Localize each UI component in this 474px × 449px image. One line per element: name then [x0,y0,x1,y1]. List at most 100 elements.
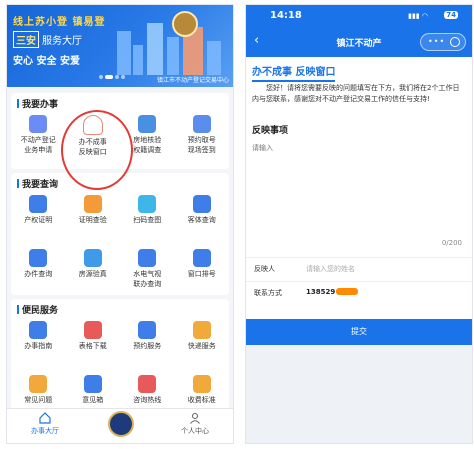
verify-icon [83,195,102,213]
service-item[interactable]: 办事指南 [11,317,66,371]
tab-home-label: 办事大厅 [31,427,59,435]
section-title: 我要查询 [17,177,58,190]
building-icon [138,115,157,133]
certificate-icon [29,195,48,213]
empty-area [246,345,472,443]
redaction-mark [336,288,359,295]
close-target-icon[interactable] [450,37,460,47]
banner-caption: 镇江市不动产登记交易中心 [156,77,229,84]
list-search-icon [29,249,48,267]
signal-wifi-icon: ▮▮▮ ◠ [408,12,428,20]
service-item-label: 意见箱 [82,396,104,404]
guide-icon [29,321,48,339]
service-item-label: 产权证明 [24,216,53,224]
building-illustration [207,41,221,75]
highlight-circle [61,110,133,190]
banner-subtitle-row: 三安 服务大厅 [13,31,82,48]
service-item-label: 预约服务 [133,342,162,350]
char-counter: 0/200 [441,239,462,247]
service-item[interactable]: 不动产登记 业务申请 [11,111,66,165]
section-title: 我要办事 [17,97,58,110]
service-item[interactable]: 房源验真 [66,245,121,299]
service-item-label: 窗口排号 [187,270,216,278]
shield-icon [83,249,102,267]
service-item[interactable]: 办件查询 [11,245,66,299]
nav-bar: ‹ 镇江不动产 ••• [246,27,472,57]
emblem-icon [172,11,198,37]
home-icon [39,412,51,424]
feedback-input[interactable] [252,143,462,233]
contact-label: 联系方式 [254,289,282,297]
search-doc-icon [192,195,211,213]
drop-icon [138,249,157,267]
service-item-label: 客体查询 [187,216,216,224]
service-item[interactable]: 水电气视 联办查询 [120,245,175,299]
carousel-dots[interactable] [99,64,127,83]
building-illustration [133,45,143,75]
banner-headline: 线上苏小登 镇易登 [13,17,106,28]
service-item-label: 表格下载 [78,342,107,350]
contact-input[interactable]: 138529 [306,288,359,296]
center-logo-icon[interactable] [108,411,134,437]
status-bar: 14:18 ▮▮▮ ◠ 74 [246,5,472,27]
reporter-input[interactable]: 请输入您的姓名 [306,264,355,274]
mini-program-capsule[interactable]: ••• [420,33,466,51]
reporter-row: 反映人 请输入您的姓名 [246,257,472,280]
submit-button[interactable]: 提交 [246,319,472,345]
service-item-label: 快递服务 [187,342,216,350]
section-query: 我要查询 产权证明 证明查验 扫码查图 客体查询办件查询 房源验真 水电气视 联办查询 窗口… [11,173,229,295]
reporter-label: 反映人 [254,265,275,273]
headset-icon [138,375,157,393]
home-screen: 线上苏小登 镇易登 三安 服务大厅 安心 安全 安爱 镇江市不动产登记交易中心 我… [6,4,234,444]
service-item[interactable]: 窗口排号 [175,245,230,299]
service-item[interactable]: 扫码查图 [120,191,175,245]
service-item-label: 办事指南 [24,342,53,350]
feedback-label: 反映事项 [252,126,289,136]
banner-subtitle: 服务大厅 [42,36,82,47]
mailbox-icon [83,375,102,393]
section-services: 便民服务 办事指南 表格下载 预约服务 快递服务 常见问题 意见箱 咨询热线 收费标准 [11,299,229,419]
more-icon[interactable]: ••• [428,37,445,46]
service-item[interactable]: 预约服务 [120,317,175,371]
tab-profile[interactable]: 个人中心 [165,412,225,436]
service-item-label: 水电气视 联办查询 [133,270,162,288]
home-banner[interactable]: 线上苏小登 镇易登 三安 服务大厅 安心 安全 安爱 镇江市不动产登记交易中心 [7,5,233,87]
service-item[interactable]: 表格下载 [66,317,121,371]
tab-profile-label: 个人中心 [181,427,209,435]
service-item[interactable]: 客体查询 [175,191,230,245]
service-item-label: 扫码查图 [133,216,162,224]
banner-slogan: 安心 安全 安爱 [13,56,80,67]
queue-icon [192,249,211,267]
battery-level: 74 [444,11,458,19]
feedback-form: 办不成事 反映窗口 您好！请将您需要反映的问题填写在下方，我们将在2个工作日内与… [246,57,472,319]
tab-bar: 办事大厅 个人中心 [7,408,233,443]
service-item[interactable]: 证明查验 [66,191,121,245]
building-illustration [167,37,179,75]
page-title: 办不成事 反映窗口 [252,63,336,82]
service-item[interactable]: 预约取号 现场签到 [175,111,230,165]
status-time: 14:18 [270,10,302,21]
download-icon [83,321,102,339]
intro-text: 您好！请将您需要反映的问题填写在下方，我们将在2个工作日内与您联系，感谢您对不动… [252,84,460,103]
scan-icon [138,195,157,213]
service-item-label: 房源验真 [78,270,107,278]
document-edit-icon [29,115,48,133]
tab-home[interactable]: 办事大厅 [15,412,75,436]
section-title: 便民服务 [17,303,58,316]
service-item-label: 办件查询 [24,270,53,278]
service-item-label: 预约取号 现场签到 [187,136,216,154]
feedback-screen: 14:18 ▮▮▮ ◠ 74 ‹ 镇江不动产 ••• 办不成事 反映窗口 您好！… [245,4,473,444]
building-illustration [147,23,163,75]
package-icon [192,321,211,339]
service-item-label: 收费标准 [187,396,216,404]
user-icon [189,412,201,424]
service-item[interactable]: 产权证明 [11,191,66,245]
question-icon [29,375,48,393]
service-item-label: 不动产登记 业务申请 [20,136,56,154]
service-item-label: 常见问题 [24,396,53,404]
calendar-icon [192,115,211,133]
contact-value: 138529 [306,288,336,296]
contact-row: 联系方式 138529 [246,281,472,304]
appointment-icon [138,321,157,339]
service-item[interactable]: 快递服务 [175,317,230,371]
